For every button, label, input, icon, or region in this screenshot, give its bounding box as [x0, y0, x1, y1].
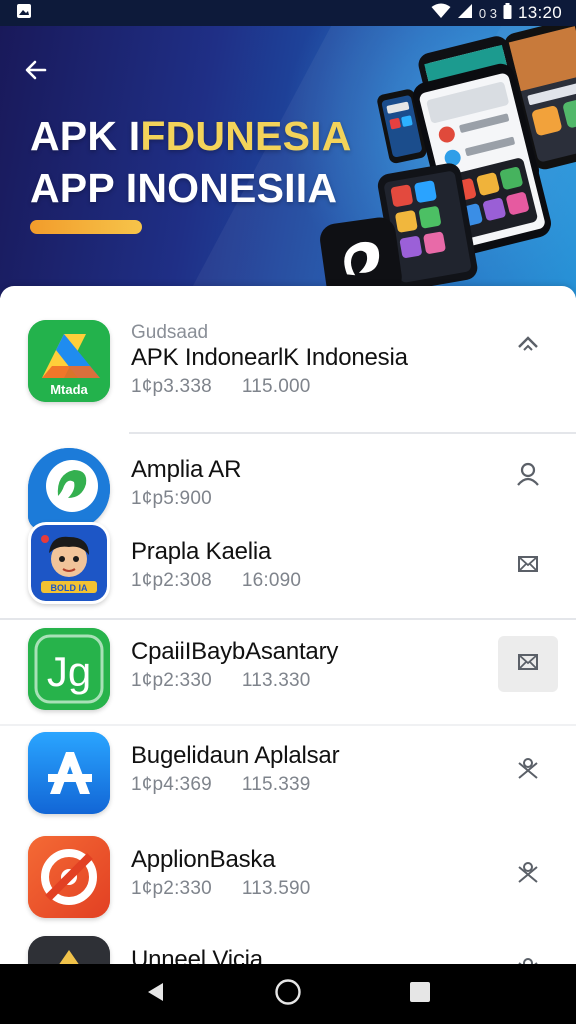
battery-icon	[503, 2, 512, 24]
divider	[129, 432, 576, 434]
collapse-button[interactable]	[498, 318, 558, 374]
app-icon-prapla: BOLD IA	[28, 522, 110, 604]
app-name: CpaiiIBaybAsantary	[131, 638, 339, 665]
hero-accent-bar	[30, 220, 142, 234]
app-meta: 1¢p5:900	[131, 488, 212, 509]
arrow-left-icon	[23, 57, 49, 88]
app-category: Gudsaad	[131, 322, 209, 343]
app-icon-amplia	[28, 448, 110, 530]
svg-text:BOLD IA: BOLD IA	[51, 583, 88, 593]
nav-recents-button[interactable]	[398, 972, 442, 1016]
wifi-icon	[431, 3, 451, 24]
app-name: Amplia AR	[131, 456, 242, 483]
app-meta: 1¢p3.338 115.000	[131, 376, 311, 397]
clock: 13:20	[517, 3, 562, 22]
app-name: Bugelidaun Aplalsar	[131, 742, 340, 769]
message-button-selected[interactable]	[498, 636, 558, 692]
divider	[0, 618, 576, 620]
app-meta: 1¢p4:369 115.339	[131, 774, 311, 795]
list-item[interactable]: Bugelidaun Aplalsar 1¢p4:369 115.339	[0, 732, 576, 832]
svg-text:Jg: Jg	[47, 648, 91, 695]
app-list: Mtada Gudsaad APK IndonearlK Indonesia 1…	[0, 286, 576, 964]
tools-button[interactable]	[498, 742, 558, 798]
app-meta: 1¢p2:330 113.590	[131, 878, 311, 899]
svg-text:Mtada: Mtada	[50, 382, 88, 397]
tools-button[interactable]	[498, 846, 558, 902]
app-name: Unneel Vicia	[131, 946, 263, 964]
tools-icon	[515, 859, 541, 890]
square-recents-icon	[409, 981, 431, 1008]
chevron-up-icon	[515, 331, 541, 362]
nav-back-button[interactable]	[134, 972, 178, 1016]
status-bar: 0 3 13:20	[0, 0, 576, 26]
message-button[interactable]	[498, 538, 558, 594]
divider	[0, 724, 576, 726]
mail-icon	[516, 552, 540, 581]
list-item[interactable]: ApplionBaska 1¢p2:330 113.590	[0, 836, 576, 936]
gallery-notification-icon	[16, 3, 32, 24]
app-screen: 0 3 13:20 APK IFDUNESIA APP INONESIIA Mt…	[0, 0, 576, 1024]
app-icon-jg: Jg	[28, 628, 110, 710]
app-icon-mtada: Mtada	[28, 320, 110, 402]
app-name: ApplionBaska	[131, 846, 276, 873]
list-item[interactable]: Mtada Gudsaad APK IndonearlK Indonesia 1…	[0, 318, 576, 418]
person-icon	[515, 461, 541, 492]
app-meta: 1¢p2:330 113.330	[131, 670, 311, 691]
nav-home-button[interactable]	[266, 972, 310, 1016]
navigation-bar	[0, 964, 576, 1024]
app-name: Prapla Kaelia	[131, 538, 272, 565]
list-item[interactable]: Jg CpaiiIBaybAsantary 1¢p2:330 113.330	[0, 628, 576, 728]
tools-button[interactable]	[498, 942, 558, 964]
tools-icon	[515, 755, 541, 786]
profile-button[interactable]	[498, 448, 558, 504]
circle-home-icon	[274, 978, 302, 1011]
app-icon-unneel	[28, 936, 110, 964]
app-icon-bugelidaun	[28, 732, 110, 814]
list-item[interactable]: Unneel Vicia	[0, 936, 576, 964]
tools-icon	[515, 955, 541, 964]
back-button[interactable]	[18, 54, 54, 90]
mail-icon	[516, 650, 540, 679]
signal-icon	[457, 3, 473, 24]
list-item[interactable]: BOLD IA Prapla Kaelia 1¢p2:308 16:090	[0, 522, 576, 622]
triangle-back-icon	[144, 980, 168, 1009]
phones-illustration	[320, 26, 576, 298]
app-name: APK IndonearlK Indonesia	[131, 344, 408, 371]
network-indicator: 0 3	[478, 5, 497, 21]
app-icon-applion	[28, 836, 110, 918]
hero-banner: APK IFDUNESIA APP INONESIIA	[0, 26, 576, 298]
app-meta: 1¢p2:308 16:090	[131, 570, 302, 591]
